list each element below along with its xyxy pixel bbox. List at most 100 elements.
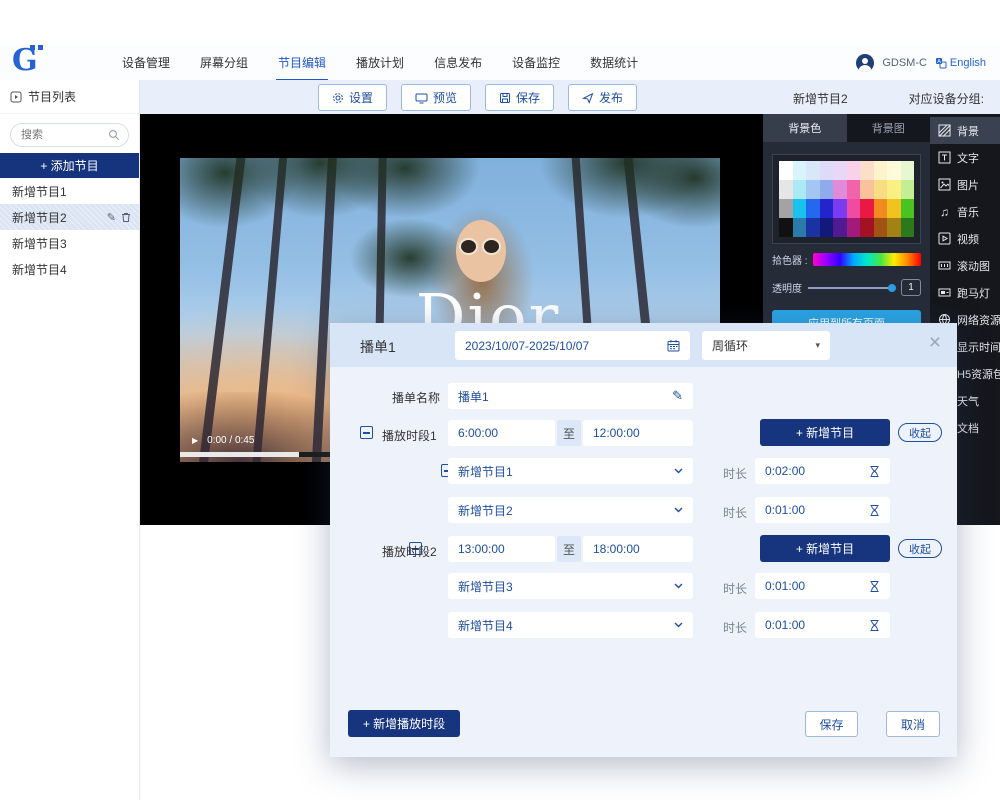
program-select[interactable]: 新增节目1	[448, 458, 693, 484]
preview-button[interactable]: 预览	[401, 84, 471, 111]
color-swatch[interactable]	[820, 218, 834, 237]
color-swatch[interactable]	[860, 199, 874, 218]
user-avatar[interactable]	[856, 54, 874, 72]
program-item-4[interactable]: 新增节目4	[0, 256, 139, 282]
color-swatch[interactable]	[887, 180, 901, 199]
publish-button[interactable]: 发布	[568, 84, 637, 111]
color-swatch[interactable]	[874, 161, 888, 180]
program-select[interactable]: 新增节目3	[448, 573, 693, 599]
tool-image[interactable]: 图片	[930, 171, 1000, 198]
nav-item-data-stats[interactable]: 数据统计	[588, 45, 640, 81]
collapse-section-2-button[interactable]: 收起	[898, 539, 942, 558]
color-swatch[interactable]	[833, 161, 847, 180]
color-swatch[interactable]	[887, 199, 901, 218]
color-swatch[interactable]	[887, 218, 901, 237]
program-item-2-selected[interactable]: 新增节目2 ✎	[0, 204, 139, 230]
color-swatch[interactable]	[847, 180, 861, 199]
color-swatch[interactable]	[779, 161, 793, 180]
color-swatch[interactable]	[887, 161, 901, 180]
color-swatch[interactable]	[833, 218, 847, 237]
tool-text[interactable]: 文字	[930, 144, 1000, 171]
section-1-start-input[interactable]: 6:00:00	[448, 420, 555, 446]
duration-input[interactable]: 0:01:00	[755, 573, 890, 599]
add-program-to-section-1-button[interactable]: + 新增节目	[760, 419, 890, 446]
opacity-value[interactable]: 1	[901, 279, 921, 296]
color-swatch[interactable]	[833, 180, 847, 199]
tool-background[interactable]: 背景	[930, 117, 1000, 144]
program-item-3[interactable]: 新增节目3	[0, 230, 139, 256]
color-spectrum-bar[interactable]	[813, 253, 921, 266]
section-2-end-input[interactable]: 18:00:00	[583, 536, 693, 562]
settings-button[interactable]: 设置	[318, 84, 387, 111]
color-swatch[interactable]	[874, 199, 888, 218]
tool-video[interactable]: 视频	[930, 225, 1000, 252]
close-icon[interactable]: ×	[929, 331, 941, 355]
color-swatch[interactable]	[806, 180, 820, 199]
duration-input[interactable]: 0:02:00	[755, 458, 890, 484]
color-swatch[interactable]	[793, 218, 807, 237]
color-swatch[interactable]	[860, 161, 874, 180]
color-swatch[interactable]	[820, 161, 834, 180]
collapse-section-1-button[interactable]: 收起	[898, 423, 942, 442]
play-icon[interactable]: ▶	[192, 436, 198, 445]
color-swatch[interactable]	[874, 180, 888, 199]
edit-icon[interactable]: ✎	[107, 211, 116, 224]
nav-item-program-edit[interactable]: 节目编辑	[276, 45, 328, 81]
dialog-save-button[interactable]: 保存	[805, 711, 858, 737]
repeat-mode-select[interactable]: 周循环 ▾	[702, 331, 830, 360]
tab-background-color[interactable]: 背景色	[763, 114, 847, 142]
color-swatch[interactable]	[847, 161, 861, 180]
save-button[interactable]: 保存	[485, 84, 554, 111]
tool-scrolling-image[interactable]: 滚动图	[930, 252, 1000, 279]
section-1-end-input[interactable]: 12:00:00	[583, 420, 693, 446]
duration-input[interactable]: 0:01:00	[755, 612, 890, 638]
color-swatch[interactable]	[833, 199, 847, 218]
add-program-to-section-2-button[interactable]: + 新增节目	[760, 535, 890, 562]
color-swatch[interactable]	[860, 180, 874, 199]
color-swatch[interactable]	[820, 199, 834, 218]
language-switch[interactable]: A English	[935, 57, 986, 69]
add-time-section-button[interactable]: + 新增播放时段	[348, 710, 460, 737]
color-swatch[interactable]	[779, 199, 793, 218]
tab-background-image[interactable]: 背景图	[847, 114, 931, 142]
tool-music[interactable]: ♫ 音乐	[930, 198, 1000, 225]
color-swatch[interactable]	[901, 199, 915, 218]
section-2-start-input[interactable]: 13:00:00	[448, 536, 555, 562]
color-swatch[interactable]	[806, 199, 820, 218]
color-swatch[interactable]	[901, 161, 915, 180]
color-swatch[interactable]	[874, 218, 888, 237]
program-select[interactable]: 新增节目4	[448, 612, 693, 638]
duration-input[interactable]: 0:01:00	[755, 497, 890, 523]
add-program-button[interactable]: + 添加节目	[0, 153, 139, 178]
color-swatch[interactable]	[793, 199, 807, 218]
color-swatch[interactable]	[901, 218, 915, 237]
video-controls[interactable]: ▶ 0:00 / 0:45	[192, 435, 254, 446]
playlist-name-input[interactable]: 播单1 ✎	[448, 383, 693, 409]
nav-item-info-publish[interactable]: 信息发布	[432, 45, 484, 81]
program-select[interactable]: 新增节目2	[448, 497, 693, 523]
edit-icon[interactable]: ✎	[672, 388, 683, 404]
color-swatch[interactable]	[806, 218, 820, 237]
opacity-slider[interactable]	[808, 287, 895, 289]
color-swatch[interactable]	[860, 218, 874, 237]
color-swatch[interactable]	[779, 180, 793, 199]
date-range-input[interactable]: 2023/10/07-2025/10/07	[455, 331, 690, 360]
nav-item-device-monitor[interactable]: 设备监控	[510, 45, 562, 81]
color-swatch[interactable]	[806, 161, 820, 180]
nav-item-play-schedule[interactable]: 播放计划	[354, 45, 406, 81]
nav-item-device-management[interactable]: 设备管理	[120, 45, 172, 81]
nav-item-screen-groups[interactable]: 屏幕分组	[198, 45, 250, 81]
color-swatch[interactable]	[847, 218, 861, 237]
color-swatch[interactable]	[793, 161, 807, 180]
dialog-cancel-button[interactable]: 取消	[886, 711, 940, 737]
color-swatch[interactable]	[847, 199, 861, 218]
remove-section-icon[interactable]	[360, 426, 373, 439]
trash-icon[interactable]	[121, 212, 131, 223]
color-swatch[interactable]	[820, 180, 834, 199]
color-swatch[interactable]	[793, 180, 807, 199]
program-item-1[interactable]: 新增节目1	[0, 178, 139, 204]
color-swatch[interactable]	[901, 180, 915, 199]
color-swatch[interactable]	[779, 218, 793, 237]
opacity-slider-handle[interactable]	[888, 284, 896, 292]
tool-marquee[interactable]: 跑马灯	[930, 279, 1000, 306]
